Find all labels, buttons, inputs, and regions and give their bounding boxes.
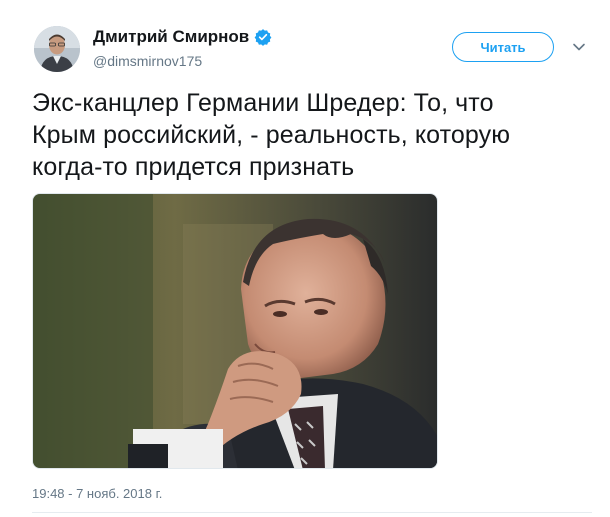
tweet-card: Дмитрий Смирнов @dimsmirnov175 Читать Эк…	[0, 0, 610, 517]
tweet-text-line: когда-то придется признать	[32, 153, 355, 181]
tweet-photo[interactable]	[32, 193, 438, 469]
author-name[interactable]: Дмитрий Смирнов	[93, 27, 272, 47]
tweet-text-line: Экс-канцлер Германии Шредер: То, что	[32, 89, 494, 117]
follow-button-label: Читать	[480, 39, 526, 55]
author-name-text[interactable]: Дмитрий Смирнов	[93, 27, 249, 47]
chevron-down-icon[interactable]	[572, 40, 586, 54]
avatar[interactable]	[34, 26, 80, 72]
divider	[32, 512, 592, 513]
verified-badge-icon	[254, 29, 272, 46]
author-handle[interactable]: @dimsmirnov175	[93, 53, 202, 69]
tweet-text-line: Крым российский, - реальность, которую	[32, 121, 511, 149]
photo-of-man	[33, 194, 437, 468]
avatar-image	[34, 26, 80, 72]
tweet-text: Экс-канцлер Германии Шредер: То, что Кры…	[32, 87, 592, 183]
follow-button[interactable]: Читать	[452, 32, 554, 62]
tweet-timestamp[interactable]: 19:48 - 7 нояб. 2018 г.	[32, 486, 162, 501]
